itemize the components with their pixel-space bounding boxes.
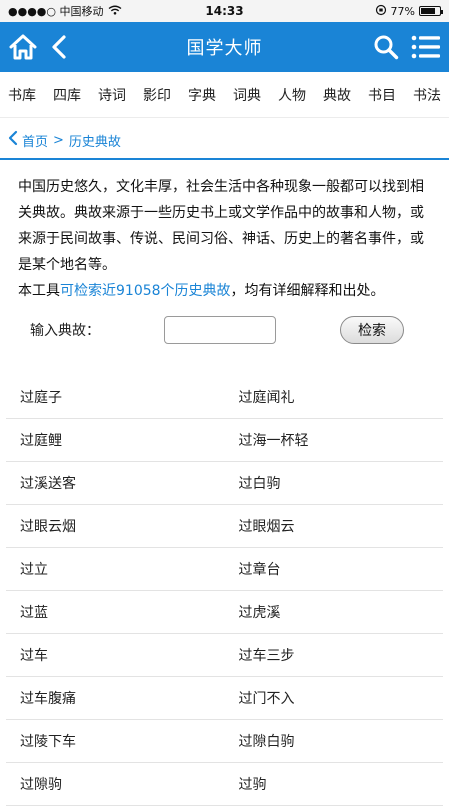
result-item[interactable]: 过车	[6, 645, 225, 665]
intro-section: 中国历史悠久，文化丰厚，社会生活中各种现象一般都可以找到相关典故。典故来源于一些…	[0, 160, 449, 304]
app-header: 国学大师	[0, 22, 449, 72]
nav-item-renwu[interactable]: 人物	[278, 85, 306, 105]
tool-highlight: 可检索近91058个历史典故	[60, 283, 231, 299]
status-right: 77%	[291, 4, 443, 19]
result-item[interactable]: 过驹	[225, 774, 444, 794]
result-item[interactable]: 过庭闻礼	[225, 387, 444, 407]
result-item[interactable]: 过车腹痛	[6, 688, 225, 708]
nav-item-shufa[interactable]: 书法	[413, 85, 441, 105]
category-nav: 书库 四库 诗词 影印 字典 词典 人物 典故 书目 书法	[0, 72, 449, 118]
battery-icon	[418, 6, 443, 16]
result-item[interactable]: 过庭鲤	[6, 430, 225, 450]
result-item[interactable]: 过隙驹	[6, 774, 225, 794]
nav-item-shici[interactable]: 诗词	[98, 85, 126, 105]
result-item[interactable]: 过隙白驹	[225, 731, 444, 751]
carrier-text: ●●●●○ 中国移动	[8, 5, 104, 18]
result-row: 过蓝 过虎溪	[6, 591, 443, 634]
result-item[interactable]: 过章台	[225, 559, 444, 579]
result-item[interactable]: 过陵下车	[6, 731, 225, 751]
result-item[interactable]: 过庭子	[6, 387, 225, 407]
tool-prefix: 本工具	[18, 283, 60, 299]
result-row: 过车腹痛 过门不入	[6, 677, 443, 720]
nav-item-diangu[interactable]: 典故	[323, 85, 351, 105]
result-row: 过立 过章台	[6, 548, 443, 591]
result-row: 过庭鲤 过海一杯轻	[6, 419, 443, 462]
header-left	[8, 33, 98, 61]
nav-item-yingyin[interactable]: 影印	[143, 85, 171, 105]
result-item[interactable]: 过眼烟云	[225, 516, 444, 536]
home-icon[interactable]	[8, 33, 38, 61]
result-row: 过车 过车三步	[6, 634, 443, 677]
result-row: 过眼云烟 过眼烟云	[6, 505, 443, 548]
status-bar: ●●●●○ 中国移动 14:33 77%	[0, 0, 449, 22]
result-row: 过溪送客 过白驹	[6, 462, 443, 505]
result-item[interactable]: 过白驹	[225, 473, 444, 493]
nav-item-siku[interactable]: 四库	[53, 85, 81, 105]
search-label: 输入典故：	[30, 323, 100, 339]
tool-suffix: ，均有详细解释和出处。	[230, 283, 385, 299]
results-list: 过庭子 过庭闻礼 过庭鲤 过海一杯轻 过溪送客 过白驹 过眼云烟 过眼烟云 过立 过章台 过蓝 过虎溪…	[0, 376, 449, 806]
breadcrumb-separator: >	[53, 132, 64, 148]
back-arrow-icon[interactable]	[50, 34, 68, 60]
wifi-icon	[108, 5, 122, 18]
result-row: 过庭子 过庭闻礼	[6, 376, 443, 419]
nav-item-shumu[interactable]: 书目	[368, 85, 396, 105]
breadcrumb: 首页 > 历史典故	[0, 122, 449, 160]
result-item[interactable]: 过虎溪	[225, 602, 444, 622]
page-title: 国学大师	[186, 38, 263, 59]
battery-percent: 77%	[390, 4, 415, 18]
tool-description: 本工具可检索近91058个历史典故，均有详细解释和出处。	[18, 278, 431, 304]
result-item[interactable]: 过车三步	[225, 645, 444, 665]
result-item[interactable]: 过溪送客	[6, 473, 225, 493]
status-left: ●●●●○ 中国移动	[8, 3, 158, 19]
orientation-lock-icon	[375, 4, 387, 19]
result-item[interactable]: 过海一杯轻	[225, 430, 444, 450]
result-item[interactable]: 过蓝	[6, 602, 225, 622]
intro-paragraph: 中国历史悠久，文化丰厚，社会生活中各种现象一般都可以找到相关典故。典故来源于一些…	[18, 179, 424, 273]
result-item[interactable]: 过立	[6, 559, 225, 579]
nav-item-shuku[interactable]: 书库	[8, 85, 36, 105]
result-item[interactable]: 过眼云烟	[6, 516, 225, 536]
search-button[interactable]: 检索	[340, 316, 404, 344]
search-row: 输入典故： 检索	[0, 304, 449, 350]
battery-fill	[420, 8, 435, 14]
result-row: 过陵下车 过隙白驹	[6, 720, 443, 763]
search-input[interactable]	[164, 316, 276, 344]
chevron-left-icon[interactable]	[8, 130, 18, 150]
search-icon[interactable]	[373, 34, 399, 60]
header-right	[351, 34, 441, 60]
nav-item-cidian[interactable]: 词典	[233, 85, 261, 105]
menu-icon[interactable]	[411, 35, 441, 59]
breadcrumb-current: 历史典故	[68, 134, 121, 150]
status-time: 14:33	[205, 4, 244, 18]
nav-item-zidian[interactable]: 字典	[188, 85, 216, 105]
breadcrumb-home-link[interactable]: 首页	[22, 131, 48, 150]
result-item[interactable]: 过门不入	[225, 688, 444, 708]
